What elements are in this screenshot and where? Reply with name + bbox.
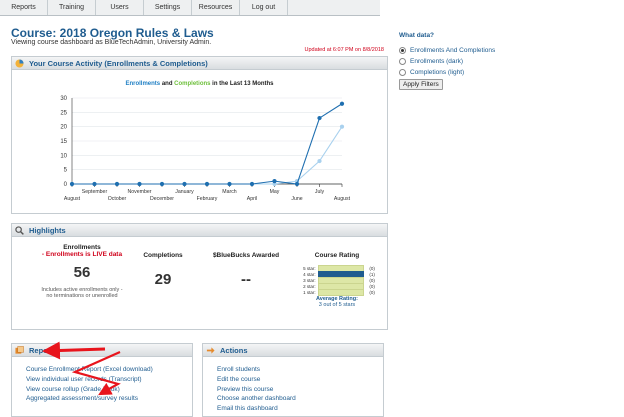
annotation-arrows (42, 341, 121, 396)
annotation-arrow-to-gradebook (71, 350, 121, 396)
annotation-arrow-to-reports (42, 341, 106, 360)
